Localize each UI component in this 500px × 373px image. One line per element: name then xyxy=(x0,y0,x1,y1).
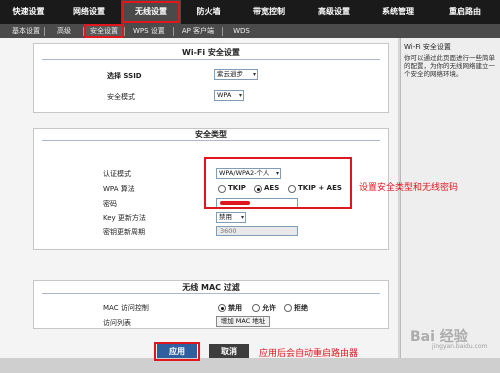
ssid-value: 紫云逍步 xyxy=(217,70,243,78)
chevron-down-icon: ▾ xyxy=(238,92,242,99)
security-mode-label: 安全模式 xyxy=(107,93,135,101)
subtab-wds[interactable]: WDS xyxy=(223,24,260,38)
add-mac-button[interactable]: 增加 MAC 地址 xyxy=(216,316,270,327)
top-nav: 快速设置 网络设置 无线设置 防火墙 带宽控制 高级设置 系统管理 重启路由 xyxy=(0,0,500,24)
radio-mac-deny-label: 拒绝 xyxy=(294,304,308,312)
tab-firewall[interactable]: 防火墙 xyxy=(181,0,236,24)
tab-reboot-router[interactable]: 重启路由 xyxy=(430,0,500,24)
subtab-security[interactable]: 安全设置 xyxy=(84,24,124,38)
key-update-label: Key 更新方法 xyxy=(103,214,146,222)
tab-wireless-settings[interactable]: 无线设置 xyxy=(121,0,181,24)
mac-filter-title: 无线 MAC 过滤 xyxy=(182,283,240,292)
security-mode-select[interactable]: WPA ▾ xyxy=(214,90,244,101)
panel-divider xyxy=(42,293,380,294)
apply-highlight xyxy=(154,342,200,361)
subtab-wps[interactable]: WPS 设置 xyxy=(125,24,173,38)
help-panel: Wi-Fi 安全设置 你可以通过此页面进行一些简单的配置，为你的无线网络建立一个… xyxy=(400,38,500,358)
radio-mac-allow-label: 允许 xyxy=(262,304,276,312)
key-period-label: 密钥更新周期 xyxy=(103,228,145,236)
radio-mac-deny[interactable] xyxy=(284,304,292,312)
subtab-ap-client[interactable]: AP 客户端 xyxy=(174,24,222,38)
help-text: 你可以通过此页面进行一些简单的配置，为你的无线网络建立一个安全的网络环境。 xyxy=(404,54,495,78)
security-note: 设置安全类型和无线密码 xyxy=(359,183,459,193)
apply-note: 应用后会自动重启路由器 xyxy=(259,349,359,359)
chevron-down-icon: ▾ xyxy=(240,214,244,221)
tab-quick-setup[interactable]: 快速设置 xyxy=(0,0,57,24)
help-title: Wi-Fi 安全设置 xyxy=(404,43,451,51)
password-label: 密码 xyxy=(103,200,117,208)
tab-advanced-settings[interactable]: 高级设置 xyxy=(302,0,366,24)
panel-divider xyxy=(42,59,380,60)
key-period-input[interactable]: 3600 xyxy=(216,226,298,236)
chevron-down-icon: ▾ xyxy=(252,71,256,78)
radio-mac-disable-label: 禁用 xyxy=(228,304,242,312)
cancel-button[interactable]: 取消 xyxy=(209,344,249,359)
mac-filter-panel: 无线 MAC 过滤 MAC 访问控制 禁用 允许 拒绝 访问列表 增加 MAC … xyxy=(33,280,389,329)
key-update-value: 禁用 xyxy=(219,213,232,221)
tab-bandwidth-control[interactable]: 带宽控制 xyxy=(236,0,302,24)
panel-divider xyxy=(42,140,380,141)
ssid-label: 选择 SSID xyxy=(107,72,142,80)
security-type-title: 安全类型 xyxy=(195,130,227,139)
sub-nav: 基本设置 高级 安全设置 WPS 设置 AP 客户端 WDS xyxy=(0,24,500,38)
ssid-select[interactable]: 紫云逍步 ▾ xyxy=(214,69,258,80)
tab-network-settings[interactable]: 网络设置 xyxy=(57,0,121,24)
radio-mac-disable[interactable] xyxy=(218,304,226,312)
bottom-bar xyxy=(0,358,500,373)
wpa-algorithm-label: WPA 算法 xyxy=(103,185,135,193)
subtab-basic[interactable]: 基本设置 xyxy=(8,24,44,38)
security-settings-highlight xyxy=(204,157,352,209)
access-list-label: 访问列表 xyxy=(103,319,131,327)
radio-mac-allow[interactable] xyxy=(252,304,260,312)
wifi-security-title: Wi-Fi 安全设置 xyxy=(182,48,240,57)
watermark-url: jingyan.baidu.com xyxy=(432,343,488,350)
mac-access-label: MAC 访问控制 xyxy=(103,304,149,312)
tab-system-management[interactable]: 系统管理 xyxy=(366,0,430,24)
security-mode-value: WPA xyxy=(217,91,232,99)
auth-mode-label: 认证模式 xyxy=(103,170,131,178)
subtab-advanced[interactable]: 高级 xyxy=(45,24,83,38)
key-update-select[interactable]: 禁用 ▾ xyxy=(216,212,246,223)
wifi-security-panel: Wi-Fi 安全设置 选择 SSID 紫云逍步 ▾ 安全模式 WPA ▾ xyxy=(33,43,389,113)
